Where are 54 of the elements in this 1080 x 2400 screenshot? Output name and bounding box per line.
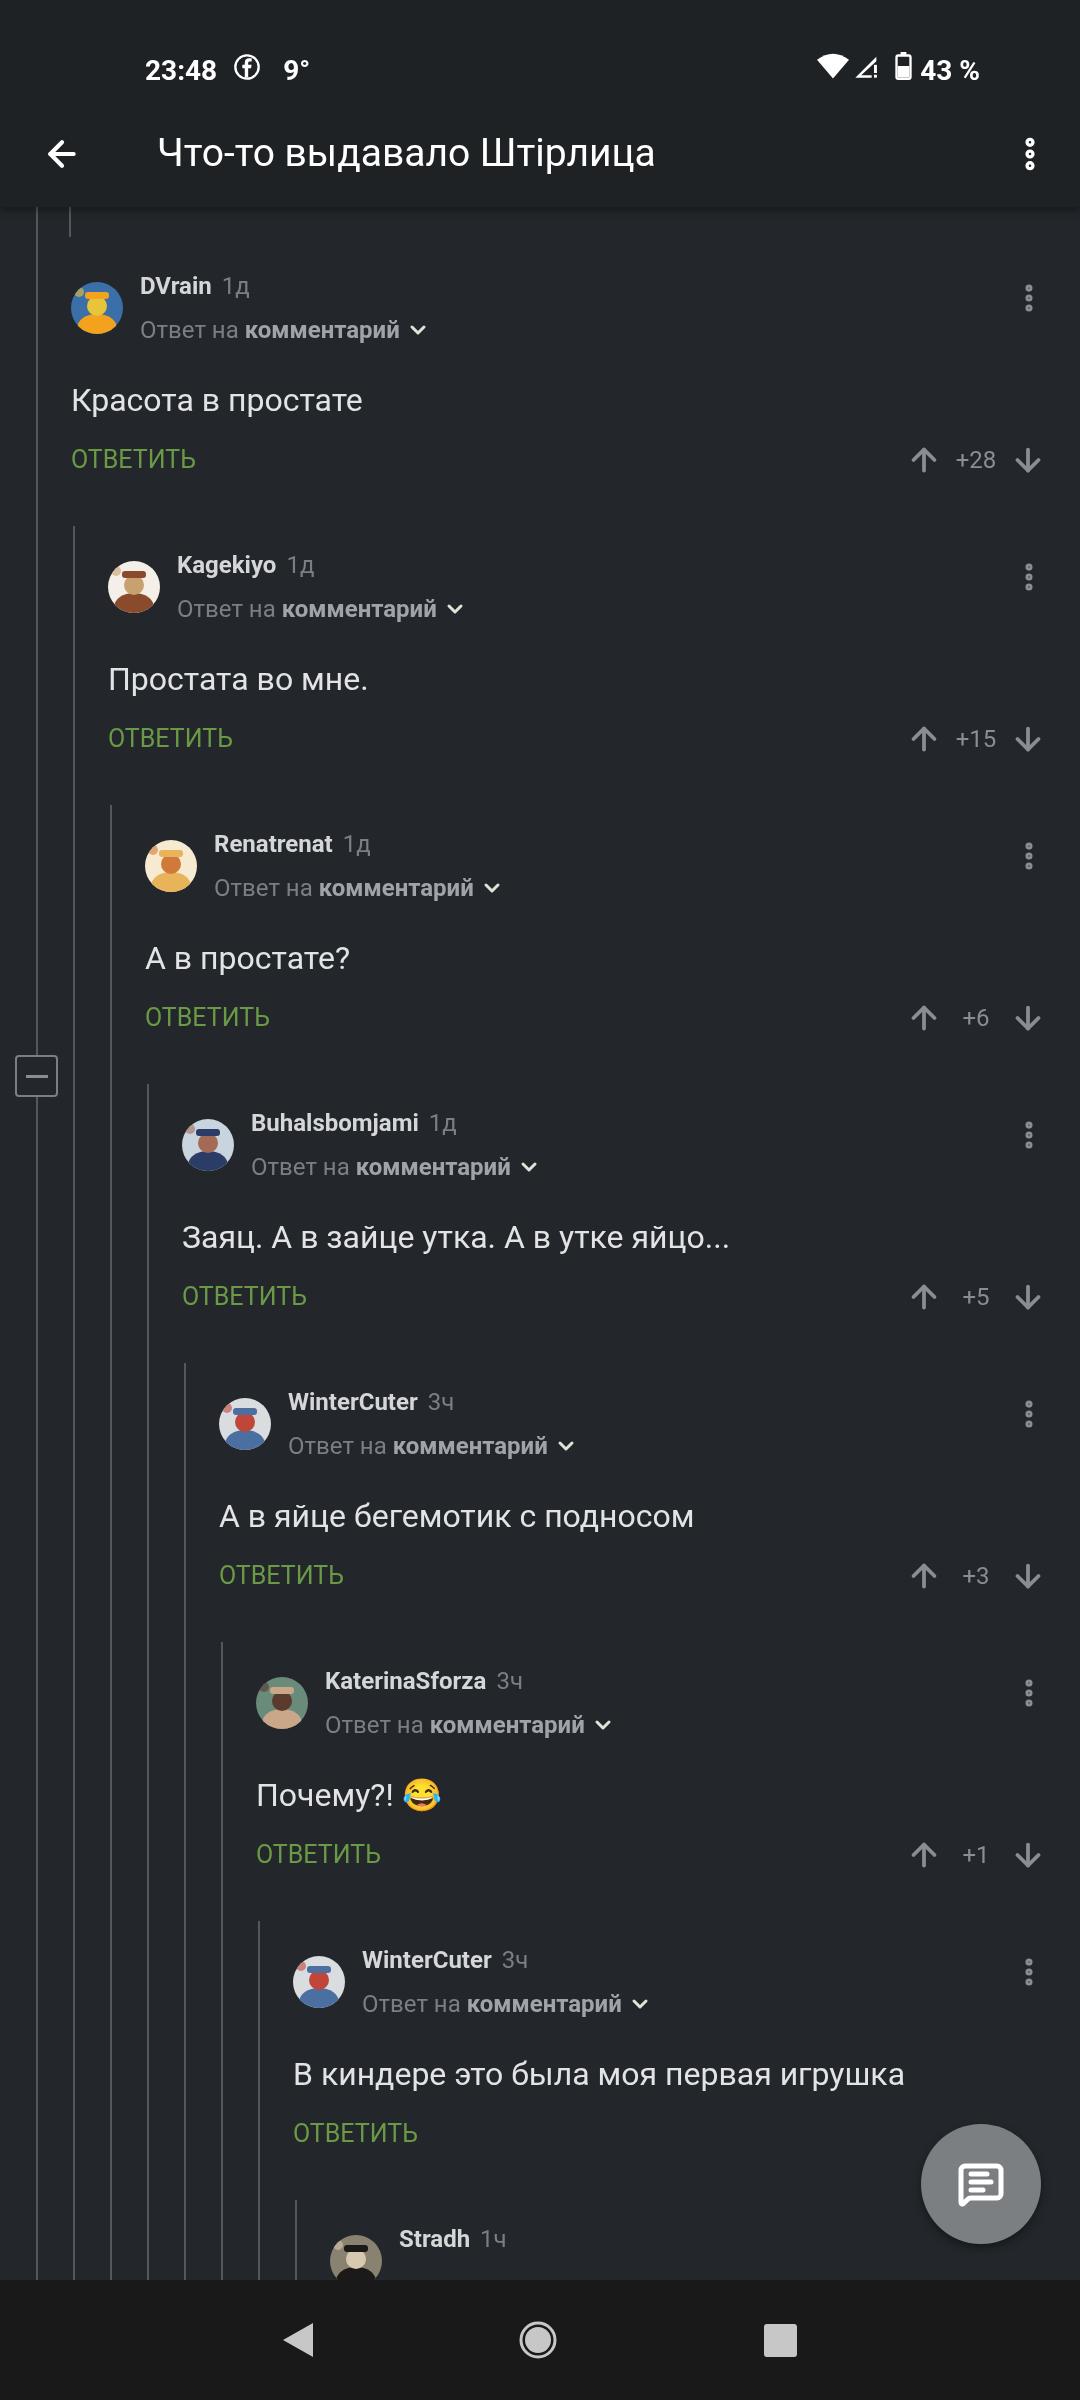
- home-nav-icon[interactable]: [518, 2320, 559, 2360]
- comment-time: 1д: [428, 1108, 457, 1139]
- vote-score: +5: [962, 1282, 990, 1313]
- vote-score: +1: [962, 1840, 990, 1871]
- vote-score: +6: [962, 1003, 990, 1034]
- author-name[interactable]: KaterinaSforza: [325, 1663, 487, 1699]
- comment-time: 3ч: [501, 1945, 529, 1976]
- reply-button[interactable]: ОТВЕТИТЬ: [293, 2115, 418, 2153]
- author-name[interactable]: Buhalsbomjami: [251, 1105, 419, 1141]
- author-name[interactable]: Stradh: [399, 2221, 471, 2257]
- author-name[interactable]: WinterCuter: [288, 1384, 418, 1420]
- comment-time: 3ч: [427, 1387, 455, 1418]
- author-name[interactable]: WinterCuter: [362, 1942, 492, 1978]
- comment-time: 3ч: [496, 1666, 523, 1697]
- reply-to-text: Ответ на комментарий: [214, 873, 474, 904]
- author-name[interactable]: Kagekiyo: [177, 547, 277, 583]
- reply-to-text: Ответ на комментарий: [288, 1431, 548, 1462]
- comment-text: Почему?! 😂: [256, 1775, 442, 1816]
- collapse-button[interactable]: [15, 1055, 58, 1097]
- vote-score: +15: [955, 724, 997, 755]
- comment-text: В киндере это была моя первая игрушка: [293, 2054, 906, 2095]
- author-name[interactable]: Renatrenat: [214, 826, 333, 862]
- comment-time: 1д: [286, 550, 315, 581]
- reply-button[interactable]: ОТВЕТИТЬ: [71, 441, 196, 479]
- recents-nav-icon[interactable]: [764, 2323, 798, 2357]
- vote-score: +3: [962, 1561, 990, 1592]
- page-title: Что-то выдавало Штірлица: [157, 129, 656, 179]
- reply-to-text: Ответ на комментарий: [140, 315, 400, 346]
- reply-to-text: Ответ на комментарий: [251, 1152, 511, 1183]
- wifi-icon: [817, 53, 850, 80]
- reply-button[interactable]: ОТВЕТИТЬ: [145, 999, 270, 1037]
- comment-time: 1д: [342, 829, 371, 860]
- reply-to-text: Ответ на комментарий: [325, 1710, 585, 1741]
- vote-score: +28: [955, 445, 997, 476]
- reply-button[interactable]: ОТВЕТИТЬ: [219, 1557, 344, 1595]
- comment-text: Простата во мне.: [108, 659, 369, 700]
- reply-button[interactable]: ОТВЕТИТЬ: [108, 720, 233, 758]
- battery-percentage: 43 %: [920, 53, 980, 89]
- comment-text: А в простате?: [145, 938, 350, 979]
- author-name[interactable]: DVrain: [140, 268, 212, 304]
- status-time: 23:48: [145, 53, 218, 89]
- comment-text: Заяц. А в зайце утка. А в утке яйцо...: [182, 1217, 731, 1258]
- comment-time: 1ч: [480, 2224, 507, 2255]
- reply-button[interactable]: ОТВЕТИТЬ: [182, 1278, 307, 1316]
- battery-icon: [895, 52, 913, 80]
- comment-time: 1д: [221, 271, 250, 302]
- reply-to-text: Ответ на комментарий: [177, 594, 437, 625]
- comment-text: А в яйце бегемотик с подносом: [219, 1496, 695, 1537]
- reply-button[interactable]: ОТВЕТИТЬ: [256, 1836, 381, 1874]
- status-temperature: 9°: [283, 53, 311, 89]
- back-nav-icon[interactable]: [282, 2323, 313, 2357]
- reply-to-text: Ответ на комментарий: [362, 1989, 622, 2020]
- facebook-icon: [233, 53, 262, 81]
- comment-text: Красота в простате: [71, 380, 363, 421]
